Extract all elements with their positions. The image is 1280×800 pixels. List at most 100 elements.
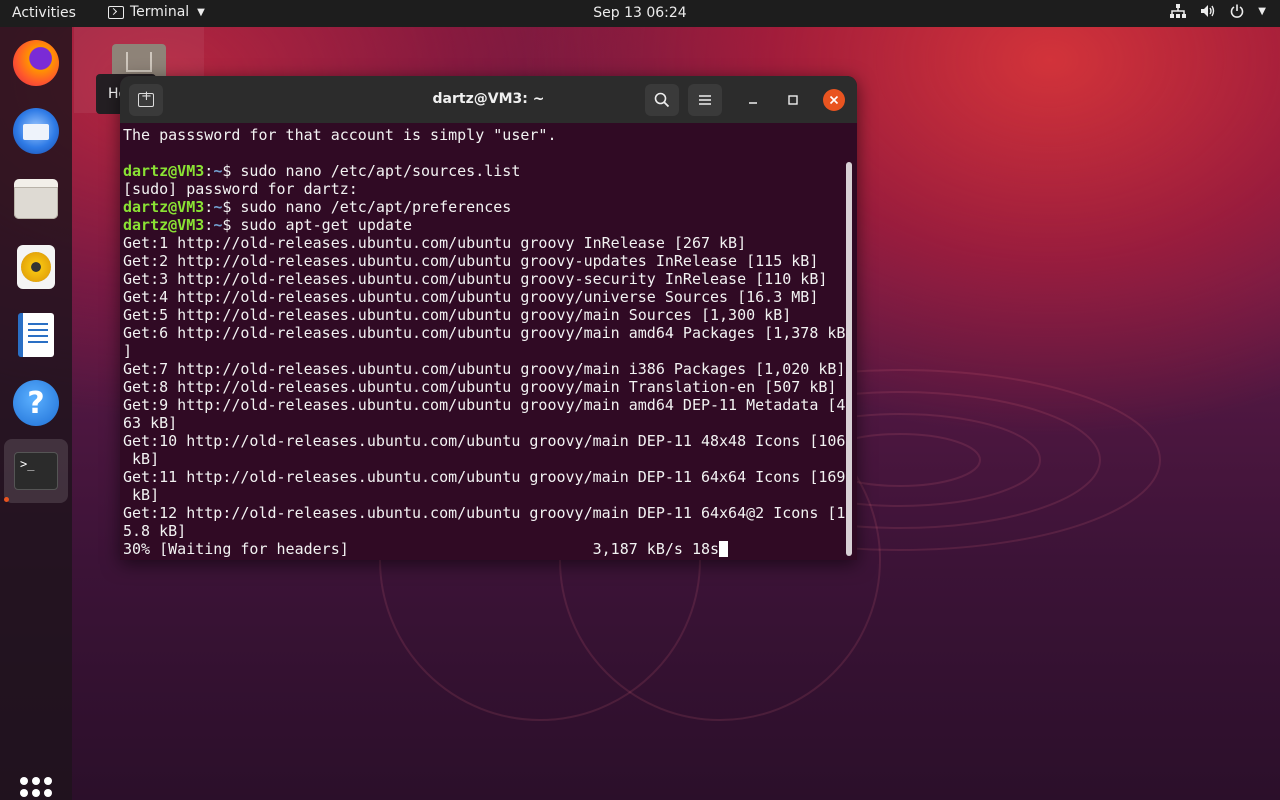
- minimize-button[interactable]: [743, 90, 763, 110]
- output-text: 30% [Waiting for headers] 3,187 kB/s 18s: [123, 540, 720, 558]
- output-line: 30% [Waiting for headers] 3,187 kB/s 18s: [123, 540, 845, 558]
- thunderbird-icon: [13, 108, 59, 154]
- prompt-line: dartz@VM3:~$ sudo nano /etc/apt/sources.…: [123, 162, 845, 180]
- terminal-icon: >_: [14, 452, 58, 490]
- clock[interactable]: Sep 13 06:24: [593, 5, 686, 21]
- rhythmbox-icon: [17, 245, 55, 289]
- output-line: Get:3 http://old-releases.ubuntu.com/ubu…: [123, 270, 845, 288]
- output-text: Get:9 http://old-releases.ubuntu.com/ubu…: [123, 396, 846, 414]
- activities-button[interactable]: Activities: [12, 5, 76, 21]
- power-icon: [1231, 4, 1244, 18]
- output-text: 63 kB]: [123, 414, 178, 432]
- output-text: Get:2 http://old-releases.ubuntu.com/ubu…: [123, 252, 819, 270]
- output-text: Get:3 http://old-releases.ubuntu.com/ubu…: [123, 270, 828, 288]
- dock-firefox[interactable]: [4, 31, 68, 95]
- show-applications-icon[interactable]: [20, 777, 52, 800]
- title-bar[interactable]: dartz@VM3: ~: [120, 76, 857, 123]
- prompt-user: dartz@VM3: [123, 162, 205, 180]
- top-bar: Activities Terminal ▼ Sep 13 06:24 ▼: [0, 0, 1280, 27]
- prompt-user: dartz@VM3: [123, 216, 205, 234]
- maximize-icon: [788, 95, 798, 105]
- running-indicator: [4, 497, 9, 502]
- command-text: $ sudo nano /etc/apt/sources.list: [222, 162, 521, 180]
- app-menu[interactable]: Terminal ▼: [108, 4, 205, 20]
- output-line: Get:2 http://old-releases.ubuntu.com/ubu…: [123, 252, 845, 270]
- prompt-colon: :: [204, 198, 214, 216]
- output-line: kB]: [123, 450, 845, 468]
- output-line: Get:5 http://old-releases.ubuntu.com/ubu…: [123, 306, 845, 324]
- files-icon: [14, 179, 58, 219]
- terminal-app-icon: [108, 5, 124, 19]
- prompt-colon: :: [204, 162, 214, 180]
- output-text: Get:5 http://old-releases.ubuntu.com/ubu…: [123, 306, 792, 324]
- prompt-path: ~: [213, 198, 223, 216]
- close-button[interactable]: [823, 89, 845, 111]
- network-icon: [1170, 4, 1187, 18]
- prompt-path: ~: [213, 162, 223, 180]
- output-line: ]: [123, 342, 845, 360]
- output-text: Get:10 http://old-releases.ubuntu.com/ub…: [123, 432, 846, 450]
- output-line: Get:11 http://old-releases.ubuntu.com/ub…: [123, 468, 845, 486]
- output-text: Get:1 http://old-releases.ubuntu.com/ubu…: [123, 234, 747, 252]
- help-icon: ?: [13, 380, 59, 426]
- system-tray[interactable]: ▼: [1170, 4, 1266, 18]
- prompt-user: dartz@VM3: [123, 198, 205, 216]
- output-line: kB]: [123, 486, 845, 504]
- output-line: Get:10 http://old-releases.ubuntu.com/ub…: [123, 432, 845, 450]
- output-text: Get:6 http://old-releases.ubuntu.com/ubu…: [123, 324, 846, 342]
- dock-writer[interactable]: [4, 303, 68, 367]
- command-text: $ sudo nano /etc/apt/preferences: [222, 198, 512, 216]
- search-icon: [654, 92, 670, 108]
- chevron-down-icon: ▼: [197, 6, 205, 18]
- dock-rhythmbox[interactable]: [4, 235, 68, 299]
- output-text: Get:12 http://old-releases.ubuntu.com/ub…: [123, 504, 846, 522]
- output-line: Get:4 http://old-releases.ubuntu.com/ubu…: [123, 288, 845, 306]
- output-line: Get:1 http://old-releases.ubuntu.com/ubu…: [123, 234, 845, 252]
- output-line: Get:6 http://old-releases.ubuntu.com/ubu…: [123, 324, 845, 342]
- app-menu-label: Terminal: [130, 4, 190, 20]
- libreoffice-writer-icon: [18, 313, 54, 357]
- output-text: kB]: [123, 450, 160, 468]
- output-text: The passsword for that account is simply…: [123, 126, 557, 144]
- prompt-line: dartz@VM3:~$ sudo apt-get update: [123, 216, 845, 234]
- new-tab-button[interactable]: [129, 84, 163, 116]
- dock-terminal[interactable]: >_: [4, 439, 68, 503]
- output-text: kB]: [123, 486, 160, 504]
- output-line: 5.8 kB]: [123, 522, 845, 540]
- search-button[interactable]: [645, 84, 679, 116]
- text-cursor: [719, 541, 729, 557]
- menu-button[interactable]: [688, 84, 722, 116]
- prompt-line: dartz@VM3:~$ sudo nano /etc/apt/preferen…: [123, 198, 845, 216]
- minimize-icon: [749, 102, 757, 104]
- output-line: [sudo] password for dartz:: [123, 180, 845, 198]
- prompt-colon: :: [204, 216, 214, 234]
- output-text: Get:11 http://old-releases.ubuntu.com/ub…: [123, 468, 846, 486]
- dock-files[interactable]: [4, 167, 68, 231]
- terminal-output[interactable]: The passsword for that account is simply…: [123, 126, 845, 558]
- dock-help[interactable]: ?: [4, 371, 68, 435]
- scrollbar[interactable]: [846, 162, 852, 556]
- maximize-button[interactable]: [783, 90, 803, 110]
- output-text: Get:7 http://old-releases.ubuntu.com/ubu…: [123, 360, 846, 378]
- output-text: Get:4 http://old-releases.ubuntu.com/ubu…: [123, 288, 819, 306]
- output-text: ]: [123, 342, 133, 360]
- command-text: $ sudo apt-get update: [222, 216, 412, 234]
- terminal-window[interactable]: dartz@VM3: ~ The passsword for that acco…: [120, 76, 857, 560]
- volume-icon: [1201, 5, 1215, 17]
- output-text: [sudo] password for dartz:: [123, 180, 358, 198]
- chevron-down-icon: ▼: [1258, 5, 1266, 17]
- dock: ? >_: [0, 27, 72, 800]
- output-line: The passsword for that account is simply…: [123, 126, 845, 144]
- output-line: Get:12 http://old-releases.ubuntu.com/ub…: [123, 504, 845, 522]
- dock-thunderbird[interactable]: [4, 99, 68, 163]
- output-text: Get:8 http://old-releases.ubuntu.com/ubu…: [123, 378, 837, 396]
- prompt-path: ~: [213, 216, 223, 234]
- close-icon: [829, 95, 839, 105]
- output-line: Get:8 http://old-releases.ubuntu.com/ubu…: [123, 378, 845, 396]
- output-line: Get:7 http://old-releases.ubuntu.com/ubu…: [123, 360, 845, 378]
- firefox-icon: [13, 40, 59, 86]
- output-text: 5.8 kB]: [123, 522, 187, 540]
- hamburger-icon: [699, 95, 711, 105]
- output-line: 63 kB]: [123, 414, 845, 432]
